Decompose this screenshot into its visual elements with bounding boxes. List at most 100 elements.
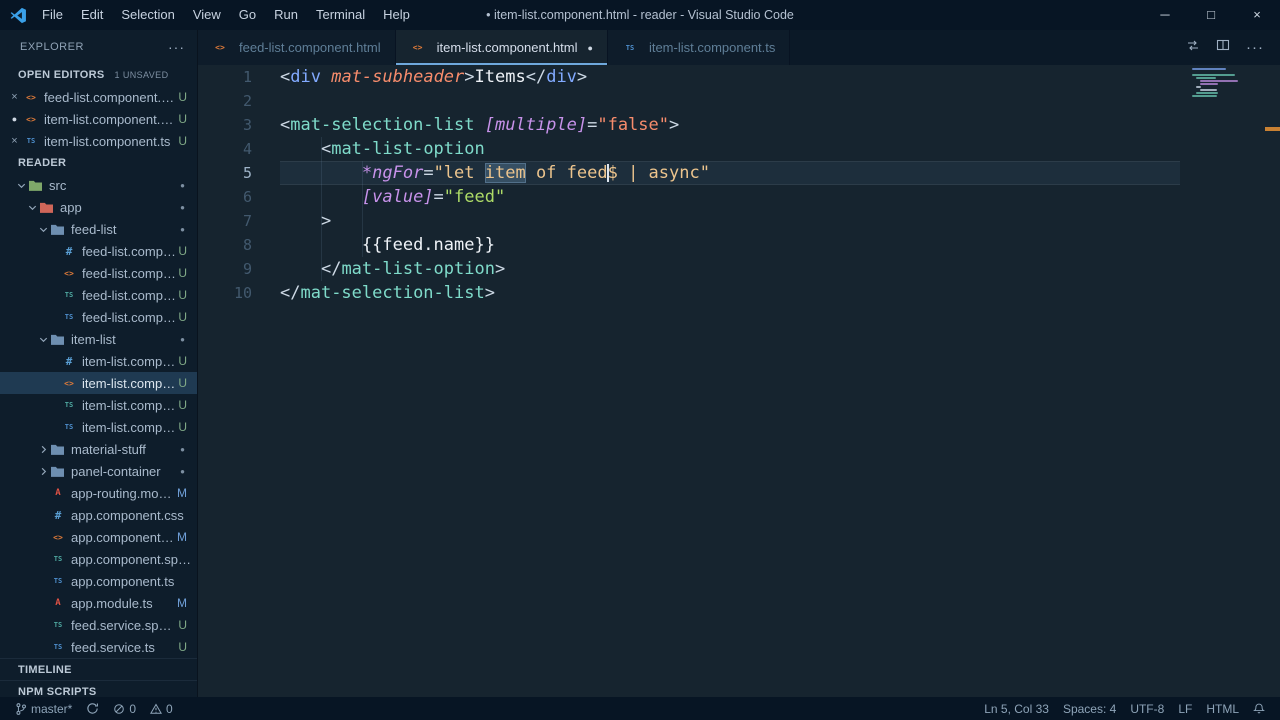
error-count[interactable]: 0 — [106, 702, 143, 716]
folder-panel-container[interactable]: panel-container ● — [0, 460, 197, 482]
tab-feed-list.component.html[interactable]: <> feed-list.component.html — [198, 30, 396, 65]
file-item-list.component.html[interactable]: <> item-list.component.htmlU — [0, 372, 197, 394]
indentation[interactable]: Spaces: 4 — [1056, 702, 1123, 716]
file-feed.service.ts[interactable]: TS feed.service.ts U — [0, 636, 197, 658]
vscode-window: File Edit Selection View Go Run Terminal Help •… — [0, 0, 1280, 720]
folder-item-list[interactable]: item-list ● — [0, 328, 197, 350]
language-mode[interactable]: HTML — [1199, 702, 1246, 716]
file-feed-list.component.css[interactable]: # feed-list.component.cssU — [0, 240, 197, 262]
git-status-badge: U — [178, 134, 187, 148]
code-line-7[interactable]: 7 > — [198, 209, 1280, 233]
code-token: Items — [474, 67, 526, 87]
file-app.module.ts[interactable]: Aapp.module.ts M — [0, 592, 197, 614]
file-label: app.component.css — [71, 507, 184, 523]
sync-button[interactable] — [79, 702, 106, 715]
menu-file[interactable]: File — [33, 0, 72, 30]
workspace-header[interactable]: READER — [0, 152, 197, 174]
code-token: item — [484, 163, 526, 183]
file-feed-list.component.ts[interactable]: TS feed-list.component.tsU — [0, 306, 197, 328]
minimize-button[interactable]: ─ — [1142, 0, 1188, 30]
menu-help[interactable]: Help — [374, 0, 419, 30]
file-app-routing.module.ts[interactable]: Aapp-routing.module.tsM — [0, 482, 197, 504]
npm-scripts-header[interactable]: NPM SCRIPTS — [0, 680, 197, 697]
file-feed.service.spec.ts[interactable]: TS feed.service.spec.ts U — [0, 614, 197, 636]
folder-material-stuff[interactable]: material-stuff ● — [0, 438, 197, 460]
code-token: = — [587, 115, 598, 135]
menu-go[interactable]: Go — [230, 0, 265, 30]
code-line-2[interactable]: 2 — [198, 89, 1280, 113]
file-app.component.spec.ts[interactable]: TS app.component.spec.ts — [0, 548, 197, 570]
language-mode-label: HTML — [1206, 701, 1239, 716]
menu-run[interactable]: Run — [265, 0, 307, 30]
code-token: > — [484, 283, 495, 303]
code-line-4[interactable]: 4 <mat-list-option — [198, 137, 1280, 161]
git-status-badge: U — [178, 376, 187, 390]
timeline-header[interactable]: TIMELINE — [0, 658, 197, 680]
file-app.component.ts[interactable]: TS app.component.ts — [0, 570, 197, 592]
close-icon[interactable]: × — [0, 91, 23, 103]
file-feed-list.component.spec.ts[interactable]: TS feed-list.component.spec.tsU — [0, 284, 197, 306]
editor-actions: ··· — [1170, 30, 1280, 65]
eol-sequence[interactable]: LF — [1171, 702, 1199, 716]
close-icon[interactable]: × — [0, 135, 23, 147]
code-line-8[interactable]: 8 {{feed.name}} — [198, 233, 1280, 257]
encoding[interactable]: UTF-8 — [1123, 702, 1171, 716]
warning-count[interactable]: 0 — [143, 702, 180, 716]
menu-terminal[interactable]: Terminal — [307, 0, 374, 30]
maximize-button[interactable]: □ — [1188, 0, 1234, 30]
file-app.component.html[interactable]: <> app.component.htmlM — [0, 526, 197, 548]
git-status-badge: M — [177, 596, 187, 610]
folder-feed-list[interactable]: feed-list ● — [0, 218, 197, 240]
tab-item-list.component.html[interactable]: <> item-list.component.html ● — [395, 30, 608, 65]
file-label: feed.service.ts — [71, 639, 155, 655]
file-item-list.component.ts[interactable]: TS item-list.component.tsU — [0, 416, 197, 438]
git-status-badge: U — [178, 618, 187, 632]
code-line-9[interactable]: 9 </mat-list-option> — [198, 257, 1280, 281]
dirty-indicator-icon[interactable]: ● — [0, 114, 23, 124]
code-line-6[interactable]: 6 [value]="feed" — [198, 185, 1280, 209]
encoding-label: UTF-8 — [1130, 701, 1165, 716]
split-editor-icon[interactable] — [1216, 38, 1230, 57]
overview-ruler-marker — [1265, 127, 1280, 131]
close-button[interactable]: × — [1234, 0, 1280, 30]
file-label: app.component.spec.ts — [71, 551, 197, 567]
minimap-bar — [1196, 77, 1216, 79]
folder-app[interactable]: app ● — [0, 196, 197, 218]
open-editor-item[interactable]: × <> feed-list.component.html U — [0, 86, 197, 108]
git-status-badge: U — [178, 244, 187, 258]
file-app.component.css[interactable]: # app.component.css — [0, 504, 197, 526]
code-token: mat-selection-list — [300, 283, 485, 303]
tab-item-list.component.ts[interactable]: TS item-list.component.ts — [607, 30, 791, 65]
open-editor-item[interactable]: ● <> item-list.component.html U — [0, 108, 197, 130]
code-token: </ — [525, 67, 547, 87]
folder-src[interactable]: src ● — [0, 174, 197, 196]
git-status-badge: U — [178, 354, 187, 368]
git-branch[interactable]: master* — [8, 702, 79, 716]
code-line-10[interactable]: 10 </mat-selection-list> — [198, 281, 1280, 305]
code-line-1[interactable]: 1 <div mat-subheader>Items</div> — [198, 65, 1280, 89]
indent-guide — [362, 161, 363, 257]
file-feed-list.component.html[interactable]: <> feed-list.component.htmlU — [0, 262, 197, 284]
open-editor-item[interactable]: × TS item-list.component.ts U — [0, 130, 197, 152]
minimap[interactable] — [1192, 68, 1264, 98]
folder-icon — [50, 443, 65, 456]
spec-file-icon: TS — [64, 401, 74, 409]
notifications-bell[interactable] — [1246, 702, 1272, 715]
ts-file-icon: TS — [64, 423, 74, 431]
code-line-5[interactable]: 5 *ngFor="let item of feed$ | async" — [198, 161, 1280, 185]
dirty-indicator-icon[interactable]: ● — [588, 43, 593, 53]
file-item-list.component.spec.ts[interactable]: TS item-list.component.spec.tsU — [0, 394, 197, 416]
menu-view[interactable]: View — [184, 0, 230, 30]
menu-selection[interactable]: Selection — [112, 0, 183, 30]
open-changes-icon[interactable] — [1186, 38, 1200, 57]
cursor-position[interactable]: Ln 5, Col 33 — [977, 702, 1056, 716]
menu-edit[interactable]: Edit — [72, 0, 112, 30]
file-item-list.component.css[interactable]: # item-list.component.cssU — [0, 350, 197, 372]
open-editors-header[interactable]: OPEN EDITORS 1 UNSAVED — [0, 64, 197, 86]
code-line-3[interactable]: 3 <mat-selection-list [multiple]="false"> — [198, 113, 1280, 137]
code-editor[interactable]: 1 <div mat-subheader>Items</div> 2 3 <mat-se… — [198, 65, 1280, 697]
timeline-title: TIMELINE — [18, 663, 72, 676]
editor-more-actions-icon[interactable]: ··· — [1246, 39, 1264, 56]
explorer-more-actions-icon[interactable]: ··· — [168, 39, 185, 55]
